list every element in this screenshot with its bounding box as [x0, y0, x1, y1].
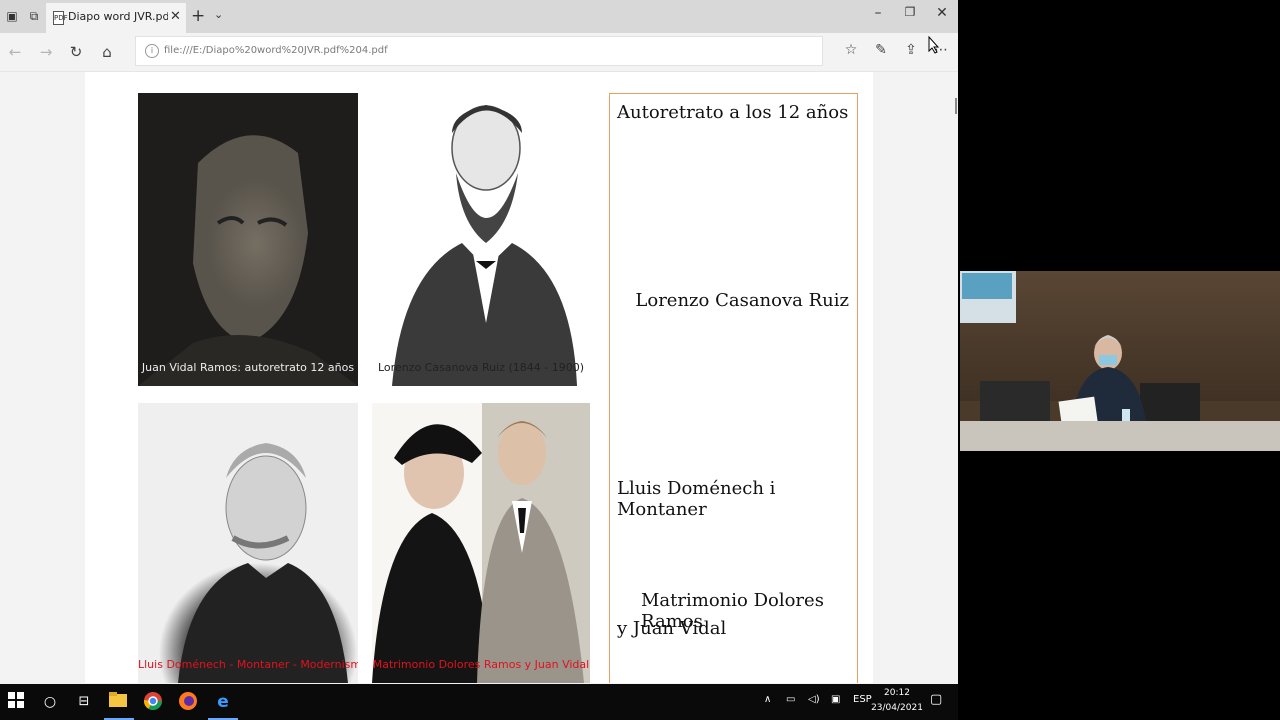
windows-start-icon[interactable] — [6, 692, 26, 712]
refresh-icon[interactable]: ↻ — [65, 41, 87, 63]
photo-domenech: Lluis Doménech - Montaner - Modernismo — [138, 403, 358, 683]
chrome-icon[interactable] — [143, 692, 163, 712]
desktop-screen: ▣ ⧉ PDF Diapo word JVR.pdf 4.p ✕ + ⌄ – ❐… — [0, 0, 958, 720]
share-icon[interactable]: ⇪ — [900, 42, 922, 58]
taskbar-clock[interactable]: 20:12 23/04/2021 — [866, 686, 928, 716]
back-arrow-icon[interactable]: ← — [4, 41, 26, 63]
notifications-icon[interactable]: ▢ — [930, 692, 942, 707]
pdf-file-icon: PDF — [53, 11, 68, 25]
cortana-search-icon[interactable]: ○ — [40, 692, 60, 712]
show-hidden-icons-chevron-icon[interactable]: ∧ — [764, 694, 771, 705]
tab-active[interactable]: PDF Diapo word JVR.pdf 4.p ✕ — [46, 3, 186, 33]
text-couple-line2: y Juan Vidal — [617, 618, 727, 639]
new-tab-icon[interactable]: + — [191, 6, 205, 26]
network-icon[interactable]: ▣ — [831, 694, 840, 705]
photo-caption: Lorenzo Casanova Ruiz (1844 - 1900) — [377, 361, 584, 374]
text-casanova: Lorenzo Casanova Ruiz — [635, 290, 849, 311]
couple-photo — [372, 403, 590, 683]
edge-icon[interactable]: e — [213, 692, 233, 712]
address-bar[interactable]: i file:///E:/Diapo%20word%20JVR.pdf%204.… — [135, 36, 823, 66]
info-icon: i — [145, 44, 159, 58]
scrollbar-thumb[interactable] — [955, 98, 957, 114]
chrome-logo-icon — [144, 692, 162, 711]
text-self-portrait: Autoretrato a los 12 años — [617, 102, 849, 123]
task-view-icon[interactable]: ⊟ — [74, 692, 94, 712]
tab-preview-icon[interactable]: ⧉ — [26, 8, 42, 24]
battery-icon[interactable]: ▭ — [786, 694, 795, 705]
file-explorer-icon[interactable] — [108, 692, 128, 712]
firefox-logo-icon — [179, 692, 197, 710]
close-tab-icon[interactable]: ✕ — [170, 9, 181, 24]
self-portrait-image — [138, 135, 358, 386]
pen-icon[interactable]: ✎ — [870, 42, 892, 58]
minimize-icon[interactable]: – — [863, 5, 893, 21]
home-icon[interactable]: ⌂ — [96, 41, 118, 63]
photo-self-portrait: Juan Vidal Ramos: autoretrato 12 años — [138, 93, 358, 386]
casanova-engraving — [392, 105, 577, 386]
folder-icon — [109, 692, 127, 707]
mouse-cursor-icon — [928, 36, 940, 54]
tab-title: Diapo word JVR.pdf 4.p — [68, 10, 168, 23]
tab-set-aside-icon[interactable]: ▣ — [4, 8, 20, 24]
address-text: file:///E:/Diapo%20word%20JVR.pdf%204.pd… — [164, 45, 388, 56]
browser-titlebar: ▣ ⧉ PDF Diapo word JVR.pdf 4.p ✕ + ⌄ – ❐… — [0, 0, 958, 33]
pdf-page: Juan Vidal Ramos: autoretrato 12 años Lo… — [85, 72, 873, 683]
close-window-icon[interactable]: ✕ — [927, 5, 957, 21]
clock-date: 23/04/2021 — [871, 703, 923, 713]
restore-icon[interactable]: ❐ — [895, 5, 925, 19]
photo-caption: Juan Vidal Ramos: autoretrato 12 años — [141, 361, 355, 374]
firefox-icon[interactable] — [178, 692, 198, 712]
windows-taskbar: ○ ⊟ e ∧ ▭ ◁) ▣ ESP 20:12 23/04/2021 ▢ — [0, 684, 958, 720]
slide-text-box: Autoretrato a los 12 años Lorenzo Casano… — [609, 93, 858, 683]
windows-logo-icon — [8, 692, 24, 708]
forward-arrow-icon[interactable]: → — [35, 41, 57, 63]
conference-table — [960, 421, 1280, 451]
clock-time: 20:12 — [884, 688, 910, 698]
favorites-star-icon[interactable]: ☆ — [840, 42, 862, 58]
photo-couple: Matrimonio Dolores Ramos y Juan Vidal — [372, 403, 590, 683]
volume-icon[interactable]: ◁) — [808, 694, 820, 705]
photo-caption: Lluis Doménech - Montaner - Modernismo — [138, 658, 358, 671]
navigation-bar: ← → ↻ ⌂ i file:///E:/Diapo%20word%20JVR.… — [0, 33, 958, 72]
text-domenech: Lluis Doménech i Montaner — [617, 478, 776, 520]
chevron-down-icon[interactable]: ⌄ — [214, 8, 223, 21]
webcam-feed — [960, 271, 1280, 451]
domenech-portrait — [178, 443, 348, 683]
photo-caption: Matrimonio Dolores Ramos y Juan Vidal — [372, 658, 590, 671]
photo-casanova: Lorenzo Casanova Ruiz (1844 - 1900) — [372, 93, 590, 386]
